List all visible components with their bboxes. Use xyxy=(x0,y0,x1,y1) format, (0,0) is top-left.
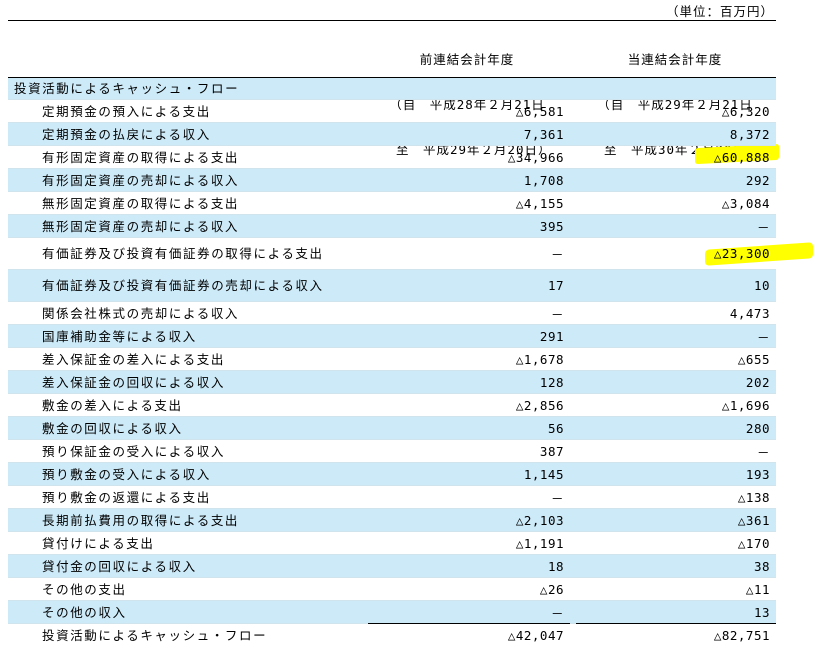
section-header-row: 投資活動によるキャッシュ・フロー xyxy=(8,77,776,100)
row-prev-value: 7,361 xyxy=(523,126,564,142)
table-row: 貸付金の回収による収入 18 38 xyxy=(8,555,776,578)
table-row: 定期預金の預入による支出 △6,581 △6,320 xyxy=(8,100,776,123)
cash-flow-table: 投資活動によるキャッシュ・フロー 定期預金の預入による支出 △6,581 △6,32… xyxy=(8,77,776,647)
row-label: 預り敷金の受入による収入 xyxy=(42,466,211,482)
table-header: 前連結会計年度 （自 平成28年２月21日 至 平成29年２月20日） 当連結会… xyxy=(8,20,776,157)
total-row: 投資活動によるキャッシュ・フロー △42,047 △82,751 xyxy=(8,623,776,647)
header-curr-title: 当連結会計年度 xyxy=(627,52,723,67)
row-prev-value: 17 xyxy=(547,278,564,293)
table-row: その他の収入 － 13 xyxy=(8,601,776,624)
table-row: 有形固定資産の取得による支出 △34,966 △60,888 xyxy=(8,146,776,169)
row-prev-value: 291 xyxy=(539,328,564,344)
row-prev-value: 56 xyxy=(547,420,564,436)
section-title: 投資活動によるキャッシュ・フロー xyxy=(14,81,240,96)
table-row: 敷金の差入による支出 △2,856 △1,696 xyxy=(8,394,776,417)
row-label: 有価証券及び投資有価証券の取得による支出 xyxy=(42,246,324,261)
row-prev-value: 128 xyxy=(539,374,564,390)
row-prev-value: 18 xyxy=(547,558,564,574)
row-curr-value: △60,888 xyxy=(713,149,770,165)
row-prev-value: △26 xyxy=(539,581,564,597)
row-curr-value: 193 xyxy=(745,466,770,482)
row-prev-value: △1,191 xyxy=(515,535,564,551)
table-row: 預り保証金の受入による収入 387 － xyxy=(8,440,776,463)
row-label: 預り保証金の受入による収入 xyxy=(42,443,225,459)
row-prev-value: － xyxy=(550,490,564,506)
total-label: 投資活動によるキャッシュ・フロー xyxy=(42,628,268,643)
row-label: その他の収入 xyxy=(42,604,127,620)
total-curr-value: △82,751 xyxy=(576,623,776,647)
table-row: 有価証券及び投資有価証券の売却による収入 17 10 xyxy=(8,270,776,302)
table-row: 有形固定資産の売却による収入 1,708 292 xyxy=(8,169,776,192)
table-row: 預り敷金の返還による支出 － △138 xyxy=(8,486,776,509)
table-row: 有価証券及び投資有価証券の取得による支出 － △23,300 xyxy=(8,238,776,270)
row-curr-value: △23,300 xyxy=(713,246,770,261)
row-label: 無形固定資産の取得による支出 xyxy=(42,195,240,211)
row-label: 有形固定資産の売却による収入 xyxy=(42,172,240,188)
row-label: 長期前払費用の取得による支出 xyxy=(42,512,240,528)
total-prev-value: △42,047 xyxy=(368,623,570,647)
table-row: 預り敷金の受入による収入 1,145 193 xyxy=(8,463,776,486)
row-prev-value: △6,581 xyxy=(515,103,564,119)
row-prev-value: － xyxy=(550,247,564,262)
row-curr-value: － xyxy=(756,329,770,345)
table-row: その他の支出 △26 △11 xyxy=(8,578,776,601)
row-curr-value: △170 xyxy=(737,535,770,551)
row-label: 貸付けによる支出 xyxy=(42,535,155,551)
row-label: 差入保証金の回収による収入 xyxy=(42,374,225,390)
row-prev-value: △4,155 xyxy=(515,195,564,211)
table-row: 長期前払費用の取得による支出 △2,103 △361 xyxy=(8,509,776,532)
row-curr-value: 13 xyxy=(753,604,770,620)
row-curr-value: △655 xyxy=(737,351,770,367)
row-label: 預り敷金の返還による支出 xyxy=(42,489,211,505)
table-row: 無形固定資産の売却による収入 395 － xyxy=(8,215,776,238)
row-prev-value: － xyxy=(550,605,564,621)
row-label: 定期預金の預入による支出 xyxy=(42,103,211,119)
header-prev-title: 前連結会計年度 xyxy=(419,52,515,67)
table-row: 関係会社株式の売却による収入 － 4,473 xyxy=(8,302,776,325)
row-label: 国庫補助金等による収入 xyxy=(42,328,197,344)
row-curr-value: 280 xyxy=(745,420,770,436)
unit-label: （単位：百万円） xyxy=(665,4,774,19)
table-row: 国庫補助金等による収入 291 － xyxy=(8,325,776,348)
row-prev-value: 1,708 xyxy=(523,172,564,188)
row-curr-value: 292 xyxy=(745,172,770,188)
row-label: 敷金の回収による収入 xyxy=(42,420,183,436)
row-label: 敷金の差入による支出 xyxy=(42,397,183,413)
row-prev-value: △1,678 xyxy=(515,351,564,367)
row-curr-value: 8,372 xyxy=(729,126,770,142)
row-curr-value: △11 xyxy=(745,581,770,597)
row-curr-value: △3,084 xyxy=(721,195,770,211)
row-curr-value: 202 xyxy=(745,374,770,390)
row-prev-value: 387 xyxy=(539,443,564,459)
row-prev-value: △34,966 xyxy=(507,149,564,165)
row-prev-value: △2,856 xyxy=(515,397,564,413)
table-row: 無形固定資産の取得による支出 △4,155 △3,084 xyxy=(8,192,776,215)
row-label: 無形固定資産の売却による収入 xyxy=(42,218,240,234)
row-curr-value: △138 xyxy=(737,489,770,505)
table-row: 差入保証金の回収による収入 128 202 xyxy=(8,371,776,394)
table-row: 貸付けによる支出 △1,191 △170 xyxy=(8,532,776,555)
row-curr-value: － xyxy=(756,444,770,460)
row-curr-value: 10 xyxy=(753,278,770,293)
row-label: 有価証券及び投資有価証券の売却による収入 xyxy=(42,278,324,293)
row-label: その他の支出 xyxy=(42,581,127,597)
row-curr-value: △6,320 xyxy=(721,103,770,119)
row-curr-value: － xyxy=(756,219,770,235)
row-prev-value: 395 xyxy=(539,218,564,234)
row-prev-value: － xyxy=(550,306,564,322)
row-prev-value: 1,145 xyxy=(523,466,564,482)
row-curr-value: 38 xyxy=(753,558,770,574)
row-label: 有形固定資産の取得による支出 xyxy=(42,149,240,165)
row-label: 関係会社株式の売却による収入 xyxy=(42,305,240,321)
row-curr-value: △361 xyxy=(737,512,770,528)
row-label: 定期預金の払戻による収入 xyxy=(42,126,211,142)
table-row: 定期預金の払戻による収入 7,361 8,372 xyxy=(8,123,776,146)
table-row: 差入保証金の差入による支出 △1,678 △655 xyxy=(8,348,776,371)
row-curr-value: 4,473 xyxy=(729,305,770,321)
row-prev-value: △2,103 xyxy=(515,512,564,528)
row-curr-value: △1,696 xyxy=(721,397,770,413)
table-row: 敷金の回収による収入 56 280 xyxy=(8,417,776,440)
row-label: 差入保証金の差入による支出 xyxy=(42,351,225,367)
row-label: 貸付金の回収による収入 xyxy=(42,558,197,574)
